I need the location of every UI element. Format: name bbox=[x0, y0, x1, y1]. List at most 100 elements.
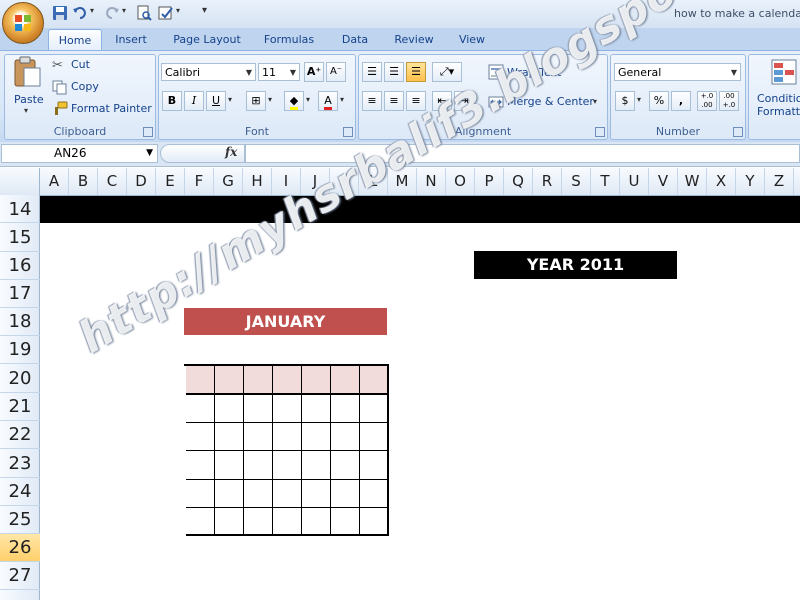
calendar-day-cell[interactable] bbox=[360, 508, 389, 536]
tab-page-layout[interactable]: Page Layout bbox=[170, 29, 244, 50]
column-header-q[interactable]: Q bbox=[504, 168, 533, 195]
row-header-14[interactable]: 14 bbox=[0, 196, 40, 223]
year-label-cell[interactable]: YEAR 2011 bbox=[474, 251, 677, 279]
calendar-day-cell[interactable] bbox=[331, 508, 360, 536]
weekday-header-cell[interactable] bbox=[215, 366, 244, 395]
column-header-v[interactable]: V bbox=[649, 168, 678, 195]
row-header-19[interactable]: 19 bbox=[0, 336, 40, 364]
redo-icon[interactable] bbox=[104, 5, 120, 21]
column-header-x[interactable]: X bbox=[707, 168, 736, 195]
tab-home[interactable]: Home bbox=[48, 29, 102, 51]
office-button[interactable] bbox=[2, 2, 44, 44]
calendar-day-cell[interactable] bbox=[331, 480, 360, 508]
column-header-e[interactable]: E bbox=[156, 168, 185, 195]
row-header-18[interactable]: 18 bbox=[0, 308, 40, 336]
row-header-27[interactable]: 27 bbox=[0, 562, 40, 590]
paste-button[interactable]: Paste bbox=[14, 93, 44, 106]
weekday-header-cell[interactable] bbox=[244, 366, 273, 395]
row-header-25[interactable]: 25 bbox=[0, 506, 40, 534]
column-header-t[interactable]: T bbox=[591, 168, 620, 195]
calendar-day-cell[interactable] bbox=[302, 423, 331, 451]
undo-dropdown-icon[interactable]: ▾ bbox=[90, 6, 94, 15]
row-header-16[interactable]: 16 bbox=[0, 252, 40, 280]
copy-button[interactable]: Copy bbox=[71, 80, 99, 93]
calendar-day-cell[interactable] bbox=[273, 395, 302, 423]
column-header-h[interactable]: H bbox=[243, 168, 272, 195]
currency-dropdown-icon[interactable]: ▾ bbox=[637, 95, 641, 104]
print-preview-icon[interactable] bbox=[136, 5, 152, 21]
formula-input[interactable] bbox=[245, 144, 800, 163]
grow-font-button[interactable]: A⁺ bbox=[304, 62, 324, 82]
select-all-corner[interactable] bbox=[0, 168, 40, 195]
clipboard-launcher-icon[interactable] bbox=[143, 127, 153, 137]
alignment-launcher-icon[interactable] bbox=[595, 127, 605, 137]
weekday-header-cell[interactable] bbox=[273, 366, 302, 395]
calendar-day-cell[interactable] bbox=[302, 480, 331, 508]
paste-dropdown-icon[interactable]: ▾ bbox=[24, 106, 28, 115]
column-header-n[interactable]: N bbox=[417, 168, 446, 195]
weekday-header-cell[interactable] bbox=[331, 366, 360, 395]
paste-icon[interactable] bbox=[12, 56, 42, 88]
column-header-y[interactable]: Y bbox=[736, 168, 765, 195]
format-painter-button[interactable]: Format Painter bbox=[71, 102, 152, 115]
tab-review[interactable]: Review bbox=[388, 29, 440, 50]
italic-button[interactable]: I bbox=[184, 91, 204, 111]
shrink-font-button[interactable]: A⁻ bbox=[326, 62, 346, 82]
row-header-23[interactable]: 23 bbox=[0, 449, 40, 478]
column-header-a[interactable]: A bbox=[794, 168, 800, 195]
spelling-dropdown-icon[interactable]: ▾ bbox=[176, 6, 180, 15]
borders-button[interactable]: ⊞ bbox=[246, 91, 266, 111]
top-align-button[interactable]: ☰ bbox=[362, 62, 382, 82]
calendar-day-cell[interactable] bbox=[186, 395, 215, 423]
tab-view[interactable]: View bbox=[452, 29, 492, 50]
currency-button[interactable]: $ bbox=[615, 91, 635, 111]
row-header-15[interactable]: 15 bbox=[0, 223, 40, 252]
column-header-b[interactable]: B bbox=[69, 168, 98, 195]
middle-align-button[interactable]: ☰ bbox=[384, 62, 404, 82]
bottom-align-button[interactable]: ☰ bbox=[406, 62, 426, 82]
customize-qat-icon[interactable]: ▾ bbox=[202, 5, 207, 16]
calendar-day-cell[interactable] bbox=[244, 423, 273, 451]
undo-icon[interactable] bbox=[72, 5, 88, 21]
row-header-17[interactable]: 17 bbox=[0, 280, 40, 308]
tab-data[interactable]: Data bbox=[334, 29, 376, 50]
calendar-day-cell[interactable] bbox=[273, 451, 302, 480]
row-header-26[interactable]: 26 bbox=[0, 534, 40, 562]
calendar-day-cell[interactable] bbox=[302, 395, 331, 423]
redo-dropdown-icon[interactable]: ▾ bbox=[122, 6, 126, 15]
name-box[interactable]: AN26 ▼ bbox=[1, 144, 158, 163]
column-header-a[interactable]: A bbox=[40, 168, 69, 195]
conditional-formatting-button[interactable]: Conditional Formatting bbox=[757, 92, 800, 118]
calendar-day-cell[interactable] bbox=[244, 480, 273, 508]
row-header-22[interactable]: 22 bbox=[0, 421, 40, 449]
calendar-day-cell[interactable] bbox=[215, 451, 244, 480]
calendar-day-cell[interactable] bbox=[215, 395, 244, 423]
number-launcher-icon[interactable] bbox=[733, 127, 743, 137]
calendar-day-cell[interactable] bbox=[244, 508, 273, 536]
column-header-g[interactable]: G bbox=[214, 168, 243, 195]
column-header-s[interactable]: S bbox=[562, 168, 591, 195]
calendar-day-cell[interactable] bbox=[186, 480, 215, 508]
percent-button[interactable]: % bbox=[649, 91, 669, 111]
align-center-button[interactable]: ≡ bbox=[384, 91, 404, 111]
underline-button[interactable]: U bbox=[206, 91, 226, 111]
increase-decimal-button[interactable]: +.0 .00 bbox=[697, 91, 717, 111]
font-color-button[interactable]: A bbox=[318, 91, 338, 111]
cut-button[interactable]: Cut bbox=[71, 58, 90, 71]
orientation-button[interactable]: ⤢▾ bbox=[432, 62, 462, 82]
calendar-day-cell[interactable] bbox=[273, 423, 302, 451]
weekday-header-cell[interactable] bbox=[360, 366, 389, 395]
column-header-z[interactable]: Z bbox=[765, 168, 794, 195]
insert-function-button[interactable]: fx bbox=[225, 145, 237, 159]
calendar-day-cell[interactable] bbox=[331, 451, 360, 480]
column-header-r[interactable]: R bbox=[533, 168, 562, 195]
calendar-day-cell[interactable] bbox=[302, 451, 331, 480]
font-launcher-icon[interactable] bbox=[343, 127, 353, 137]
calendar-day-cell[interactable] bbox=[360, 423, 389, 451]
save-icon[interactable] bbox=[52, 5, 68, 21]
number-format-combo[interactable]: General ▼ bbox=[614, 63, 741, 81]
fill-color-dropdown-icon[interactable]: ▾ bbox=[306, 95, 310, 104]
tab-formulas[interactable]: Formulas bbox=[258, 29, 320, 50]
column-header-w[interactable]: W bbox=[678, 168, 707, 195]
calendar-day-cell[interactable] bbox=[244, 451, 273, 480]
